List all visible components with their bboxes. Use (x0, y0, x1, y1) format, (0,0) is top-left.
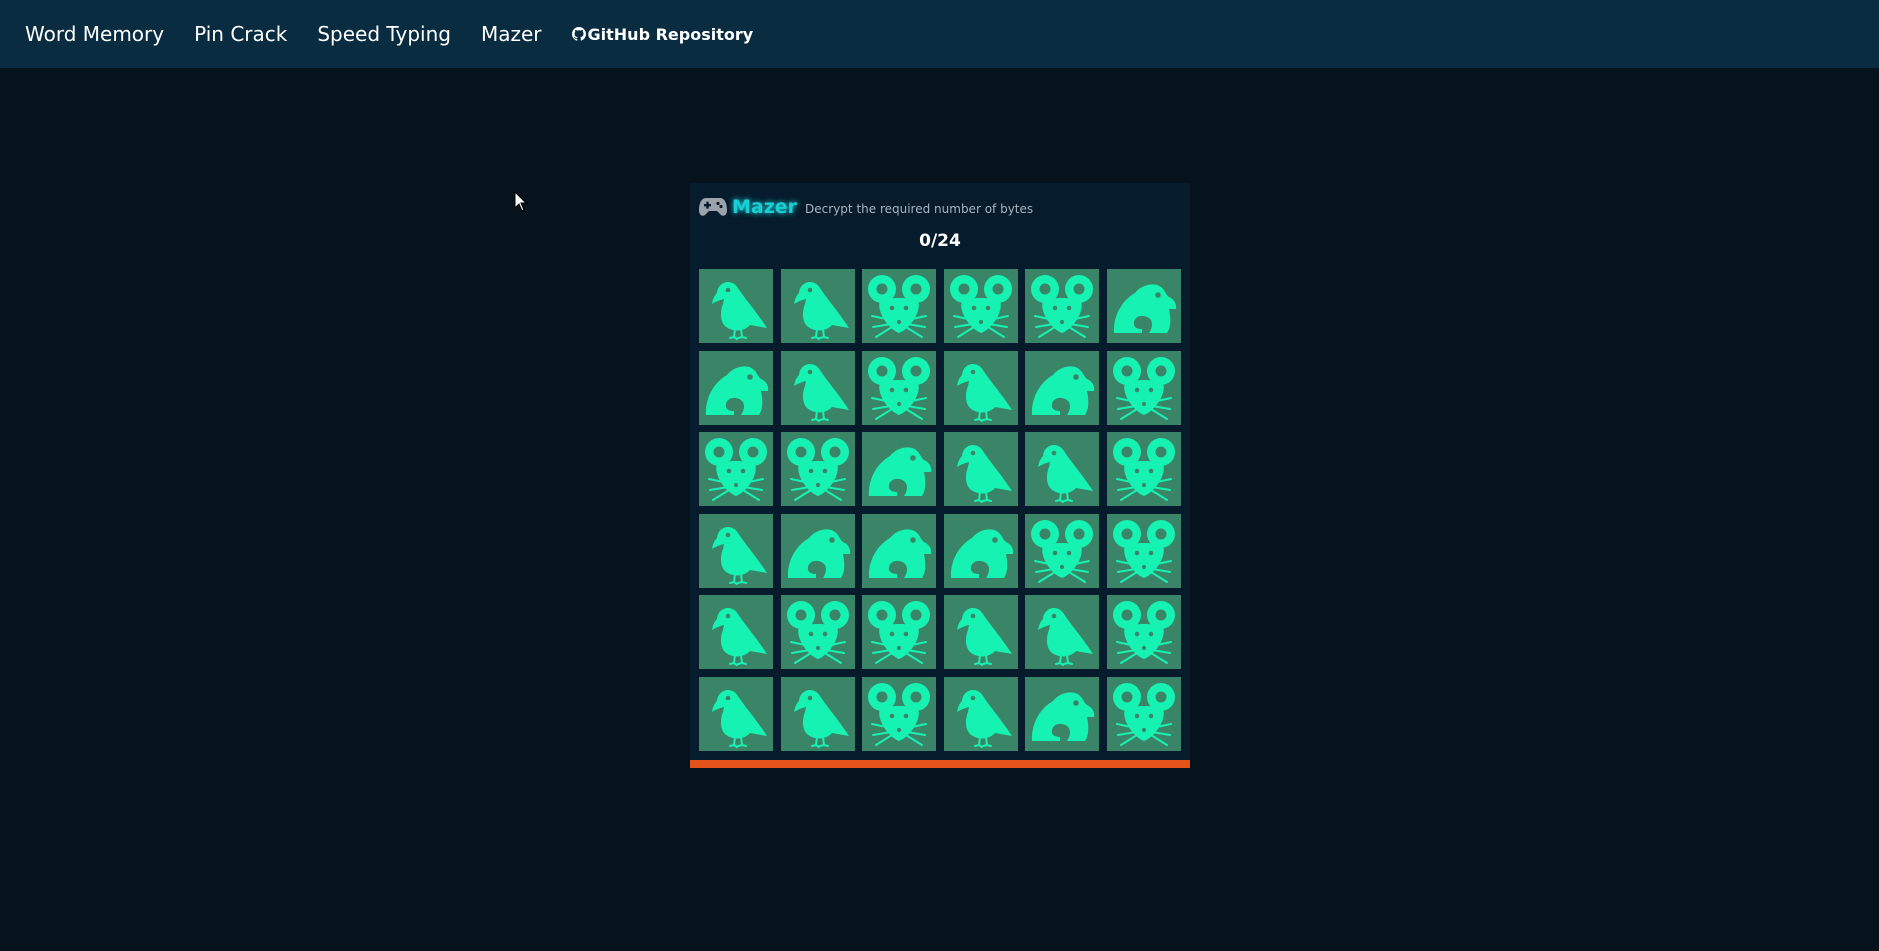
nav-word-memory[interactable]: Word Memory (25, 22, 164, 46)
grid-tile-frog[interactable] (1025, 677, 1100, 751)
mouse-icon (868, 275, 931, 338)
bird-icon (956, 608, 1012, 667)
frog-icon (869, 529, 932, 578)
bird-icon (793, 689, 849, 748)
game-header: Mazer Decrypt the required number of byt… (698, 193, 1033, 221)
grid-tile-bird[interactable] (699, 269, 773, 343)
grid-tile-mouse[interactable] (943, 269, 1018, 343)
frog-icon (705, 365, 769, 415)
grid-tile-mouse[interactable] (862, 350, 937, 425)
game-title: Mazer (732, 196, 798, 218)
nav-speed-typing[interactable]: Speed Typing (317, 22, 451, 46)
bird-icon (1038, 608, 1094, 667)
mouse-icon (1031, 275, 1094, 338)
frog-icon (1032, 692, 1095, 741)
grid-tile-bird[interactable] (699, 677, 773, 751)
grid-tile-frog[interactable] (1025, 350, 1100, 425)
mouse-icon (1031, 519, 1094, 583)
grid-tile-mouse[interactable] (1025, 513, 1100, 588)
mouse-icon (868, 683, 931, 746)
mouse-icon (868, 356, 931, 420)
grid-tile-frog[interactable] (862, 432, 937, 507)
mouse-icon (1113, 683, 1175, 746)
mouse-icon (1113, 356, 1175, 420)
grid-tile-bird[interactable] (780, 269, 855, 343)
grid-tile-bird[interactable] (943, 677, 1018, 751)
mouse-icon (1113, 601, 1175, 665)
grid-tile-bird[interactable] (780, 350, 855, 425)
grid-tile-mouse[interactable] (862, 595, 937, 670)
bird-icon (712, 281, 767, 340)
bird-icon (793, 363, 849, 422)
grid-tile-frog[interactable] (862, 513, 937, 588)
grid-tile-bird[interactable] (699, 513, 773, 588)
bird-icon (956, 689, 1012, 748)
frog-icon (950, 529, 1013, 578)
grid-tile-frog[interactable] (699, 350, 773, 425)
github-repository-label: GitHub Repository (587, 24, 754, 44)
mouse-icon (949, 275, 1012, 338)
top-navbar: Word Memory Pin Crack Speed Typing Mazer… (0, 0, 1879, 68)
nav-github-repository[interactable]: GitHub Repository (571, 24, 754, 44)
grid-tile-bird[interactable] (943, 595, 1018, 670)
grid-tile-frog[interactable] (943, 513, 1018, 588)
grid-tile-mouse[interactable] (1107, 677, 1181, 751)
frog-icon (1032, 365, 1095, 415)
grid-tile-mouse[interactable] (862, 677, 937, 751)
grid-tile-mouse[interactable] (1107, 513, 1181, 588)
gamepad-icon (699, 198, 727, 216)
game-subtitle: Decrypt the required number of bytes (805, 201, 1034, 216)
grid-tile-bird[interactable] (780, 677, 855, 751)
grid-tile-bird[interactable] (699, 595, 773, 670)
bird-icon (712, 689, 767, 748)
bird-icon (793, 281, 849, 340)
bird-icon (712, 526, 767, 585)
bytes-counter: 0/24 (919, 231, 961, 251)
nav-mazer[interactable]: Mazer (481, 22, 542, 46)
bird-icon (712, 608, 767, 667)
grid-tile-bird[interactable] (1025, 595, 1100, 670)
grid-tile-bird[interactable] (943, 432, 1018, 507)
nav-pin-crack[interactable]: Pin Crack (194, 22, 287, 46)
mouse-icon (1113, 519, 1175, 583)
grid-tile-frog[interactable] (1107, 269, 1181, 343)
grid-tile-bird[interactable] (943, 350, 1018, 425)
grid-tile-bird[interactable] (1025, 432, 1100, 507)
mouse-icon (1113, 438, 1175, 502)
grid-tile-mouse[interactable] (1025, 269, 1100, 343)
grid-tile-mouse[interactable] (862, 269, 937, 343)
grid-tile-mouse[interactable] (780, 432, 855, 507)
grid-tile-frog[interactable] (780, 513, 855, 588)
grid-tile-mouse[interactable] (780, 595, 855, 670)
github-icon (571, 27, 586, 41)
mouse-icon (705, 438, 767, 502)
bird-icon (956, 445, 1012, 504)
mouse-icon (786, 438, 849, 502)
frog-icon (787, 529, 850, 578)
grid-tile-mouse[interactable] (1107, 350, 1181, 425)
mouse-icon (868, 601, 931, 665)
frog-icon (1113, 284, 1177, 333)
mazer-game-panel: Mazer Decrypt the required number of byt… (690, 183, 1190, 768)
symbol-grid (699, 269, 1181, 751)
timer-bar (690, 760, 1190, 768)
grid-tile-mouse[interactable] (1107, 432, 1181, 507)
mouse-icon (786, 601, 849, 665)
bird-icon (956, 363, 1012, 422)
frog-icon (869, 447, 932, 497)
bird-icon (1038, 445, 1094, 504)
mouse-pointer-icon (514, 191, 528, 212)
grid-tile-mouse[interactable] (699, 432, 773, 507)
grid-tile-mouse[interactable] (1107, 595, 1181, 670)
